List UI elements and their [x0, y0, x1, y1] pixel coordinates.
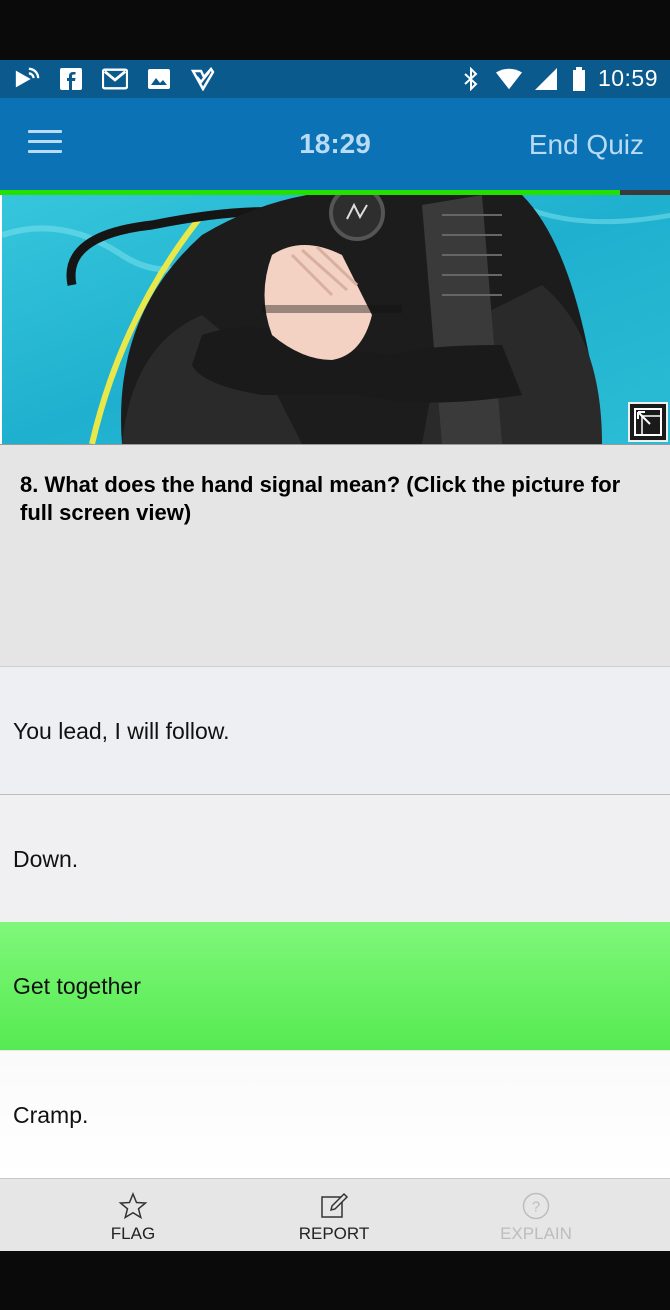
status-bar: 10:59: [0, 60, 670, 98]
star-icon: [118, 1192, 148, 1220]
explain-button[interactable]: ? EXPLAIN: [466, 1179, 606, 1252]
answer-option-2[interactable]: Down.: [0, 794, 670, 922]
report-label: REPORT: [298, 1224, 370, 1243]
flag-label: FLAG: [110, 1224, 156, 1243]
bottom-navigation: FLAG REPORT ? EXPLAIN: [0, 1178, 670, 1251]
bluetooth-icon: [458, 66, 484, 92]
answer-option-1[interactable]: You lead, I will follow.: [0, 666, 670, 794]
gmail-icon: [102, 66, 128, 92]
fullscreen-button[interactable]: [628, 402, 668, 442]
bottom-system-area: [0, 1251, 670, 1310]
end-quiz-button[interactable]: End Quiz: [529, 129, 644, 161]
question-text: 8. What does the hand signal mean? (Clic…: [20, 472, 621, 525]
answer-label: You lead, I will follow.: [13, 717, 230, 744]
signal-icon: [534, 66, 560, 92]
question-image[interactable]: [0, 195, 670, 444]
image-icon: [146, 66, 172, 92]
clock: 10:59: [597, 65, 658, 91]
wifi-icon: [495, 66, 522, 92]
help-icon: ?: [522, 1192, 550, 1220]
diver-hand-signal-photo: [2, 195, 670, 444]
app-bar: 18:29 End Quiz: [0, 98, 670, 190]
facebook-icon: [58, 66, 84, 92]
expand-icon: [634, 408, 662, 436]
question-panel: 8. What does the hand signal mean? (Clic…: [0, 444, 670, 666]
edit-icon: [321, 1192, 349, 1218]
answer-option-3-correct[interactable]: Get together: [0, 922, 670, 1050]
battery-icon: [572, 66, 586, 92]
explain-label: EXPLAIN: [500, 1224, 572, 1243]
flag-button[interactable]: FLAG: [63, 1179, 203, 1252]
check-icon: [190, 66, 216, 92]
answer-option-4[interactable]: Cramp.: [0, 1050, 670, 1178]
answer-label: Get together: [13, 972, 141, 999]
top-system-area: [0, 0, 670, 60]
svg-text:?: ?: [532, 1199, 540, 1216]
report-button[interactable]: REPORT: [264, 1179, 404, 1252]
cast-icon: [14, 66, 40, 92]
answer-label: Down.: [13, 845, 79, 872]
answer-label: Cramp.: [13, 1101, 89, 1128]
